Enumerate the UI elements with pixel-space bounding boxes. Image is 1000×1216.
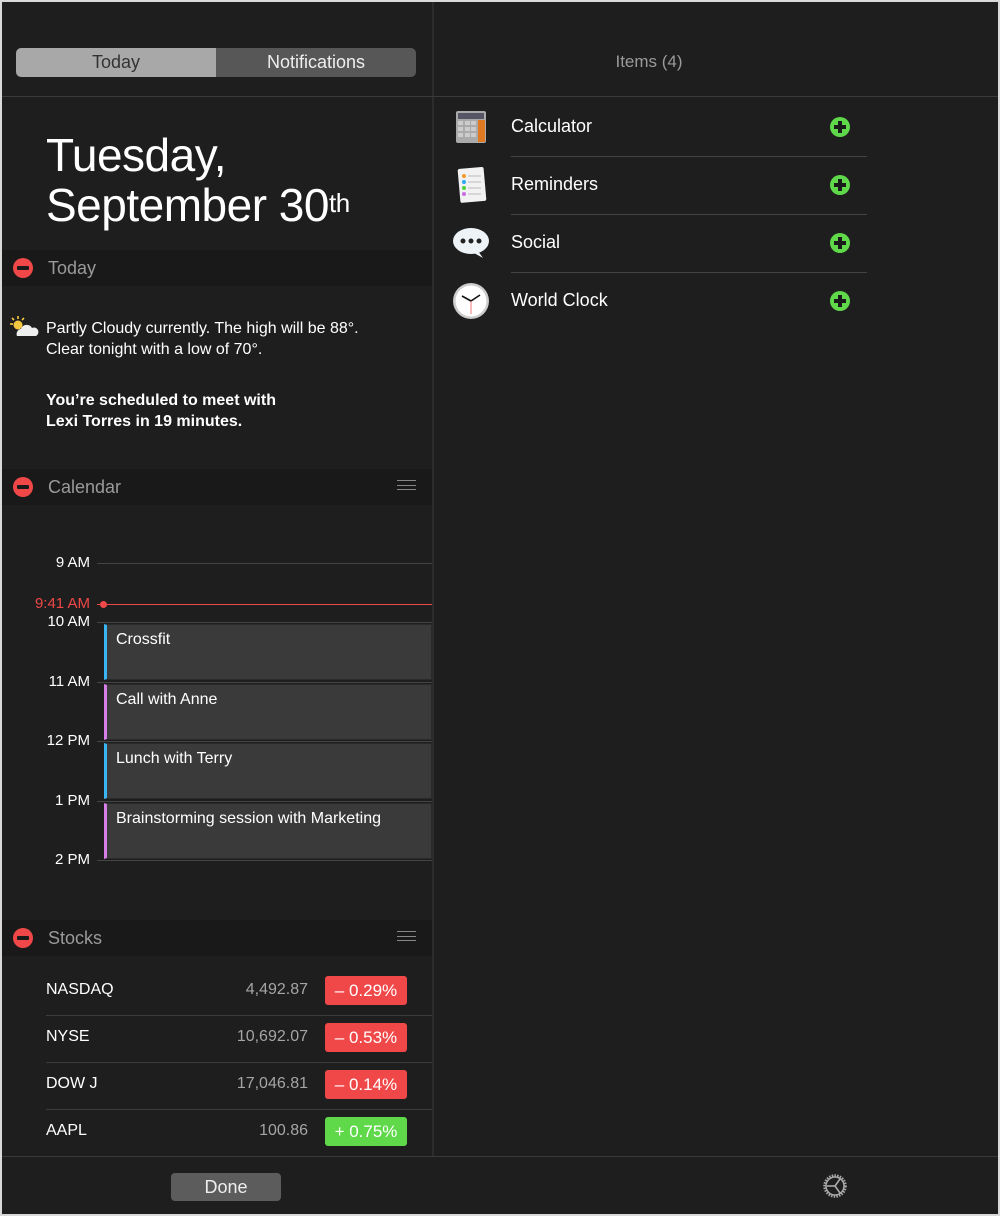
add-button[interactable] (830, 117, 850, 137)
weather-line: Clear tonight with a low of 70°. (46, 341, 263, 358)
stock-name: AAPL (46, 1122, 87, 1139)
stock-name: NASDAQ (46, 981, 114, 998)
stock-price: 4,492.87 (245, 981, 308, 998)
drag-handle-icon[interactable] (397, 931, 416, 941)
stock-row[interactable]: AAPL 100.86 + 0.75% (46, 1109, 432, 1155)
calendar-event[interactable]: Crossfit (104, 624, 432, 680)
stock-change-badge[interactable]: – 0.53% (325, 1023, 407, 1052)
stock-row[interactable]: NASDAQ 4,492.87 – 0.29% (46, 968, 432, 1014)
stock-name: NYSE (46, 1028, 90, 1045)
item-label: Reminders (511, 174, 599, 194)
item-label: Social (511, 232, 561, 252)
weather-summary: Partly Cloudy currently. The high will b… (46, 318, 359, 360)
widget-item-calculator[interactable]: Calculator (452, 98, 868, 156)
hour-gridline (97, 860, 432, 861)
add-button[interactable] (830, 175, 850, 195)
stocks-section-header: Stocks (2, 920, 432, 956)
remove-stocks-button[interactable] (13, 928, 33, 948)
hour-gridline (97, 741, 432, 742)
tab-today[interactable]: Today (16, 48, 216, 77)
calendar-event[interactable]: Brainstorming session with Marketing (104, 803, 432, 859)
stock-name: DOW J (46, 1075, 98, 1092)
widget-item-reminders[interactable]: Reminders (452, 156, 868, 214)
stock-change-badge[interactable]: + 0.75% (325, 1117, 407, 1146)
tab-notifications[interactable]: Notifications (216, 48, 416, 77)
section-title: Stocks (48, 927, 103, 948)
meeting-line: You’re scheduled to meet with (46, 392, 276, 409)
hour-gridline (97, 801, 432, 802)
date-heading: Tuesday, September 30th (46, 130, 350, 230)
hour-label: 11 AM (48, 673, 90, 690)
section-title: Calendar (48, 476, 122, 497)
footer-divider (2, 1156, 998, 1157)
hour-gridline (97, 682, 432, 683)
calculator-icon (456, 111, 486, 143)
stock-price: 17,046.81 (236, 1075, 308, 1092)
hour-label: 9 AM (55, 554, 90, 571)
hour-label: 12 PM (46, 732, 90, 749)
stock-price: 10,692.07 (236, 1028, 308, 1045)
widget-item-world-clock[interactable]: World Clock (452, 272, 868, 330)
date-suffix: th (328, 188, 350, 218)
calendar-section-header: Calendar (2, 469, 432, 505)
today-section-header: Today (2, 250, 432, 286)
header-divider (2, 96, 998, 97)
partly-cloudy-icon (10, 316, 39, 336)
items-title: Items (4) (615, 52, 683, 71)
stock-row[interactable]: DOW J 17,046.81 – 0.14% (46, 1062, 432, 1108)
stock-change-badge[interactable]: – 0.29% (325, 976, 407, 1005)
stock-row[interactable]: NYSE 10,692.07 – 0.53% (46, 1015, 432, 1061)
weather-line: Partly Cloudy currently. The high will b… (46, 320, 359, 337)
hour-gridline (97, 563, 432, 564)
drag-handle-icon[interactable] (397, 480, 416, 490)
widget-item-social[interactable]: Social (452, 214, 868, 272)
date-month-day: September 30th (46, 180, 350, 230)
segmented-control: Today Notifications (16, 48, 416, 77)
current-time-line (97, 604, 432, 605)
remove-today-button[interactable] (13, 258, 33, 278)
add-button[interactable] (830, 291, 850, 311)
column-divider (432, 2, 434, 1156)
calendar-event[interactable]: Call with Anne (104, 684, 432, 740)
world-clock-icon (453, 283, 489, 319)
item-label: Calculator (511, 116, 593, 136)
date-text: September 30 (46, 179, 329, 231)
hour-label: 1 PM (54, 792, 90, 809)
add-button[interactable] (830, 233, 850, 253)
meeting-line: Lexi Torres in 19 minutes. (46, 413, 243, 430)
hour-label: 10 AM (47, 613, 90, 630)
date-weekday: Tuesday, (46, 129, 227, 181)
stock-change-badge[interactable]: – 0.14% (325, 1070, 407, 1099)
hour-label: 2 PM (54, 851, 90, 868)
hour-gridline (97, 622, 432, 623)
gear-icon[interactable] (822, 1173, 848, 1199)
social-icon (453, 228, 489, 258)
remove-calendar-button[interactable] (13, 477, 33, 497)
section-title: Today (48, 257, 97, 278)
done-button[interactable]: Done (171, 1173, 281, 1201)
notification-center: Today Notifications Items (4) Tuesday, S… (2, 2, 998, 1214)
meeting-summary: You’re scheduled to meet with Lexi Torre… (46, 390, 276, 432)
current-time-label: 9:41 AM (34, 595, 90, 612)
item-label: World Clock (511, 290, 608, 310)
calendar-event[interactable]: Lunch with Terry (104, 743, 432, 799)
stock-price: 100.86 (259, 1122, 308, 1139)
reminders-icon (457, 167, 487, 203)
